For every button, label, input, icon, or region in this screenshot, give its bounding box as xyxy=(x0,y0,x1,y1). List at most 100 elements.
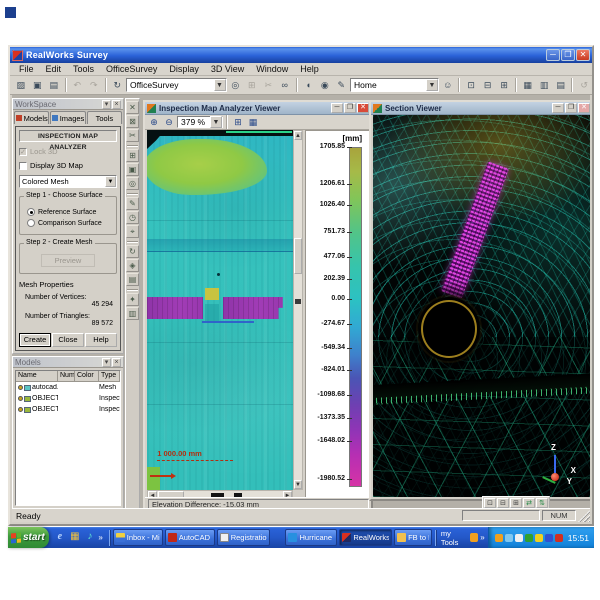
grid-tool-icon[interactable]: ⊞ xyxy=(126,149,139,162)
redo-icon[interactable]: ↷ xyxy=(86,78,102,93)
undo-icon[interactable]: ↶ xyxy=(70,78,86,93)
menu-help[interactable]: Help xyxy=(294,64,325,74)
tray-icon[interactable] xyxy=(545,534,553,542)
target-tool-icon[interactable]: ◎ xyxy=(126,177,139,190)
zoom-in-icon[interactable]: ⊕ xyxy=(147,116,161,129)
tray-icon[interactable] xyxy=(515,534,523,542)
tool-icon[interactable] xyxy=(470,533,478,542)
grid-icon[interactable]: ▦ xyxy=(520,78,536,93)
menu-edit[interactable]: Edit xyxy=(40,64,68,74)
menu-3dview[interactable]: 3D View xyxy=(205,64,250,74)
target-icon[interactable]: ◎ xyxy=(228,78,244,93)
tray-icon[interactable] xyxy=(495,534,503,542)
grid-icon[interactable]: ▦ xyxy=(246,116,260,129)
delete-tool-icon[interactable]: ✕ xyxy=(126,101,139,114)
app-titlebar[interactable]: RealWorks Survey ─ ❐ ✕ xyxy=(10,47,592,63)
mesh-tool-icon[interactable]: ▣ xyxy=(126,163,139,176)
taskbar-task-registration[interactable]: Registration Rep... xyxy=(217,529,271,546)
tab-images[interactable]: Images xyxy=(50,111,85,124)
tile-vertical-icon[interactable]: ⊞ xyxy=(496,78,512,93)
scroll-up-icon[interactable]: ▲ xyxy=(294,131,302,140)
table-row[interactable]: OBJECT... Inspectio... xyxy=(16,404,120,415)
menu-display[interactable]: Display xyxy=(163,64,205,74)
sample-tool-icon[interactable]: ◈ xyxy=(126,259,139,272)
tile-horizontal-icon[interactable]: ⊟ xyxy=(480,78,496,93)
home-combo[interactable]: Home ▼ xyxy=(350,78,439,92)
cut-plane-tool-icon[interactable]: ✂ xyxy=(126,129,139,142)
maximize-button[interactable]: ❐ xyxy=(561,49,575,61)
tray-icon[interactable] xyxy=(525,534,533,542)
inspection-map[interactable]: 1 000.00 mm xyxy=(147,130,293,490)
zoom-level-combo[interactable]: 379 % ▼ xyxy=(177,116,223,128)
history-tool-icon[interactable]: ◷ xyxy=(126,211,139,224)
minimize-button[interactable]: ─ xyxy=(546,49,560,61)
link-icon[interactable]: ∞ xyxy=(277,78,293,93)
maximize-button[interactable]: ❐ xyxy=(565,103,577,113)
internet-explorer-icon[interactable]: e xyxy=(53,531,66,544)
taskbar-task-inbox[interactable]: Inbox - Microsof... xyxy=(113,529,163,546)
open-icon[interactable]: ▨ xyxy=(13,78,29,93)
column-num[interactable]: Num... xyxy=(58,371,75,381)
menu-officesurvey[interactable]: OfficeSurvey xyxy=(100,64,163,74)
vertical-scrollbar[interactable]: ▲ ▼ xyxy=(293,130,303,490)
tray-icon[interactable] xyxy=(555,534,563,542)
speech-icon[interactable]: ◖ xyxy=(301,78,317,93)
swap-horizontal-icon[interactable]: ⇄ xyxy=(523,498,535,508)
overflow-chevrons[interactable]: » xyxy=(98,533,102,542)
select-icon[interactable]: ◉ xyxy=(317,78,333,93)
chevron-down-icon[interactable]: ▼ xyxy=(214,79,226,91)
comparison-surface-radio[interactable] xyxy=(27,219,35,227)
pick-tool-icon[interactable]: ⌖ xyxy=(126,225,139,238)
map-viewer-titlebar[interactable]: Inspection Map Analyzer Viewer ─ ❐ ✕ xyxy=(145,102,371,115)
draw-tool-icon[interactable]: ✎ xyxy=(126,197,139,210)
tray-icon[interactable] xyxy=(535,534,543,542)
cascade-windows-icon[interactable]: ⊡ xyxy=(463,78,479,93)
rotate-icon[interactable]: ↺ xyxy=(576,78,592,93)
menu-tools[interactable]: Tools xyxy=(67,64,100,74)
preview-button[interactable]: Preview xyxy=(41,254,95,267)
close-button[interactable]: ✕ xyxy=(576,49,590,61)
media-player-icon[interactable]: ♪ xyxy=(83,531,96,544)
columns-icon[interactable]: ▥ xyxy=(536,78,552,93)
highlight-tool-icon[interactable]: ✦ xyxy=(126,293,139,306)
scroll-down-icon[interactable]: ▼ xyxy=(294,480,302,489)
my-tools-toolbar[interactable]: my Tools » xyxy=(438,529,488,547)
column-color[interactable]: Color xyxy=(75,371,99,381)
clip-box-tool-icon[interactable]: ⊠ xyxy=(126,115,139,128)
help-button[interactable]: Help xyxy=(85,333,117,347)
display-3d-checkbox[interactable] xyxy=(19,162,27,170)
taskbar-task-autocad[interactable]: AutoCAD 2002 xyxy=(165,529,215,546)
print-icon[interactable]: ▤ xyxy=(46,78,62,93)
split-horizontal-icon[interactable]: ⊟ xyxy=(497,498,509,508)
reference-surface-radio[interactable] xyxy=(27,208,35,216)
layers-tool-icon[interactable]: ▤ xyxy=(126,273,139,286)
section-viewer-titlebar[interactable]: Section Viewer ─ ❐ ✕ xyxy=(371,102,590,115)
table-tool-icon[interactable]: ▥ xyxy=(126,307,139,320)
column-type[interactable]: Type xyxy=(99,371,120,381)
close-button[interactable]: ✕ xyxy=(578,103,590,113)
single-window-icon[interactable]: ⊡ xyxy=(484,498,496,508)
table-row[interactable]: autocad... Mesh xyxy=(16,382,120,393)
chevron-down-icon[interactable]: ▼ xyxy=(210,116,222,128)
tab-models[interactable]: Models xyxy=(14,111,49,124)
pin-icon[interactable]: ▾ xyxy=(102,100,111,109)
minimize-button[interactable]: ─ xyxy=(331,103,343,113)
tray-icon[interactable] xyxy=(505,534,513,542)
close-button[interactable]: ✕ xyxy=(357,103,369,113)
taskbar-task-hurricane[interactable]: Hurricane - Micro... xyxy=(285,529,337,546)
visibility-icon[interactable] xyxy=(18,407,23,412)
chevron-down-icon[interactable]: ▼ xyxy=(105,176,116,187)
refresh-icon[interactable]: ↻ xyxy=(110,78,126,93)
fit-view-icon[interactable]: ⊞ xyxy=(244,78,260,93)
resize-grip[interactable] xyxy=(578,510,590,522)
mesh-type-select[interactable]: Colored Mesh ▼ xyxy=(19,175,117,188)
workspace-panel-titlebar[interactable]: WorkSpace ▾ × xyxy=(13,99,123,110)
create-button[interactable]: Create xyxy=(19,333,51,347)
visibility-icon[interactable] xyxy=(18,396,23,401)
section-3d-view[interactable]: Z X Y xyxy=(373,115,590,497)
launcher-icon[interactable]: ▦ xyxy=(68,531,81,544)
menu-window[interactable]: Window xyxy=(250,64,294,74)
swap-vertical-icon[interactable]: ⇅ xyxy=(536,498,548,508)
taskbar-task-realworks[interactable]: RealWorks Survey xyxy=(339,529,392,546)
chevron-down-icon[interactable]: ▼ xyxy=(426,79,438,91)
